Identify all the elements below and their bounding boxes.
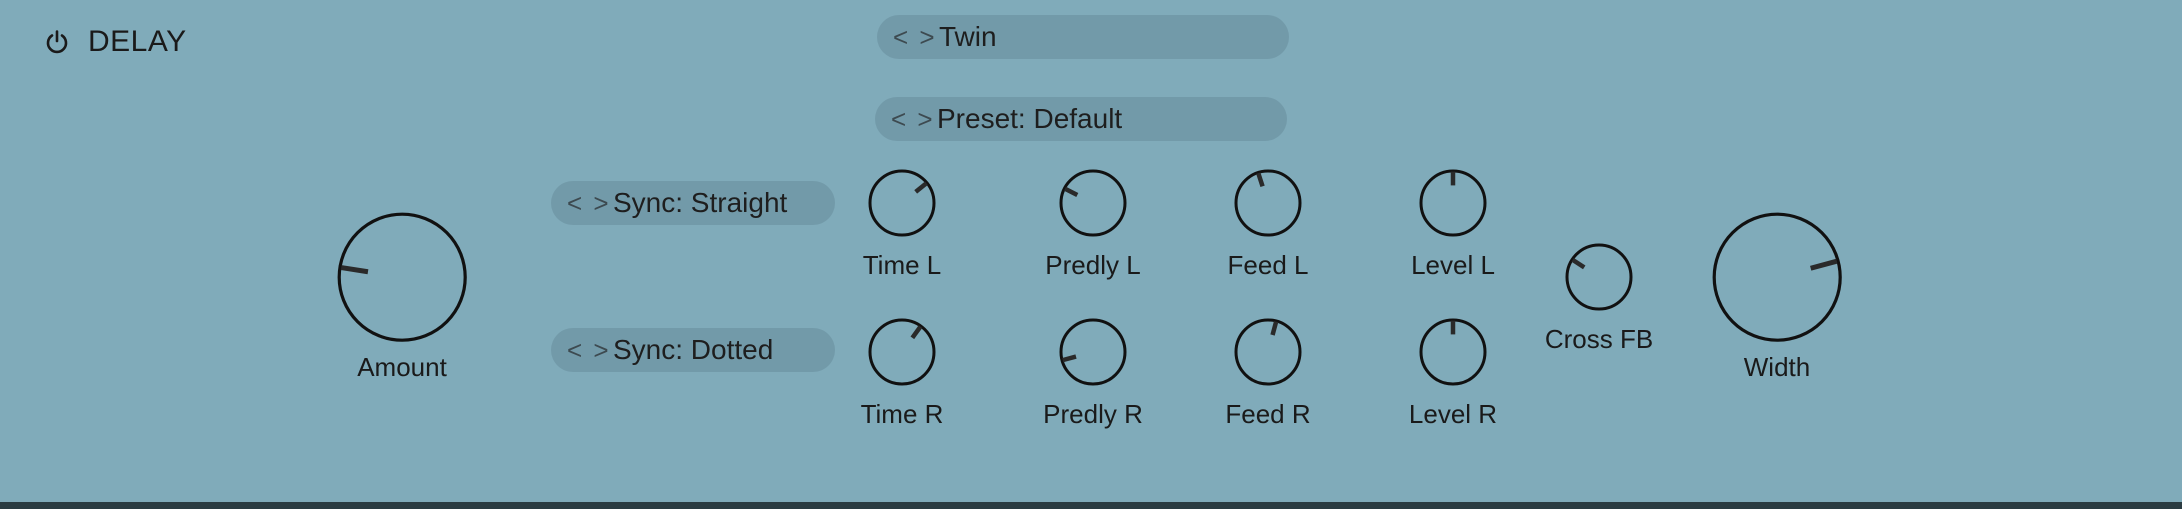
knob-graphic [1234, 318, 1302, 386]
predly-r-label: Predly R [1043, 399, 1143, 429]
level-l-knob[interactable] [1418, 168, 1488, 238]
knob-ring [1234, 318, 1302, 386]
knob-ring [1712, 212, 1842, 342]
knob-indicator [1256, 172, 1265, 187]
knob-indicator [1571, 258, 1586, 270]
predly-r-knob[interactable] [1058, 317, 1128, 387]
power-button[interactable] [40, 25, 74, 59]
prev-next-arrows-icon: < > [891, 103, 935, 134]
sync-right-label: Sync: Dotted [613, 334, 774, 365]
width-label: Width [1743, 352, 1811, 382]
knob-graphic [1059, 318, 1127, 386]
knob-graphic [1234, 169, 1302, 237]
level-l-label: Level L [1411, 250, 1495, 280]
preset-selector[interactable]: < > Preset: Default [875, 97, 1287, 141]
time-r-knob[interactable] [867, 317, 937, 387]
cross-fb-label: Cross FB [1544, 324, 1654, 354]
power-icon [46, 30, 68, 54]
mode-label: Twin [939, 21, 997, 52]
prev-next-arrows-icon: < > [567, 187, 611, 218]
knob-ring [1059, 318, 1127, 386]
sync-left-selector[interactable]: < > Sync: Straight [551, 181, 835, 225]
knob-indicator [1270, 321, 1279, 336]
feed-l-knob[interactable] [1233, 168, 1303, 238]
time-l-label: Time L [862, 250, 942, 280]
knob-indicator [340, 264, 369, 275]
module-title: DELAY [88, 25, 187, 58]
knob-ring [1059, 169, 1127, 237]
time-r-label: Time R [860, 399, 944, 429]
sync-right-selector[interactable]: < > Sync: Dotted [551, 328, 835, 372]
knob-indicator [1809, 258, 1838, 271]
knob-graphic [1059, 169, 1127, 237]
level-r-label: Level R [1408, 399, 1498, 429]
knob-ring [1234, 169, 1302, 237]
mode-selector[interactable]: < > Twin [877, 15, 1289, 59]
knob-indicator [914, 181, 928, 194]
knob-ring [337, 212, 467, 342]
panel-bottom-edge [0, 502, 2182, 509]
width-knob[interactable] [1711, 211, 1843, 343]
knob-indicator [1062, 354, 1077, 363]
knob-ring [868, 169, 936, 237]
prev-next-arrows-icon: < > [893, 21, 937, 52]
knob-graphic [1419, 318, 1487, 386]
feed-l-label: Feed L [1227, 250, 1309, 280]
knob-indicator [910, 325, 923, 340]
knob-graphic [1419, 169, 1487, 237]
preset-label: Preset: Default [937, 103, 1123, 134]
feed-r-label: Feed R [1225, 399, 1311, 429]
knob-indicator [1064, 186, 1079, 198]
prev-next-arrows-icon: < > [567, 334, 611, 365]
knob-ring [1565, 243, 1633, 311]
time-l-knob[interactable] [867, 168, 937, 238]
cross-fb-knob[interactable] [1564, 242, 1634, 312]
knob-graphic [868, 318, 936, 386]
knob-graphic [1712, 212, 1842, 342]
knob-graphic [868, 169, 936, 237]
knob-graphic [1565, 243, 1633, 311]
level-r-knob[interactable] [1418, 317, 1488, 387]
amount-label: Amount [357, 352, 447, 382]
knob-graphic [337, 212, 467, 342]
amount-knob[interactable] [336, 211, 468, 343]
feed-r-knob[interactable] [1233, 317, 1303, 387]
sync-left-label: Sync: Straight [613, 187, 788, 218]
predly-l-knob[interactable] [1058, 168, 1128, 238]
knob-ring [868, 318, 936, 386]
predly-l-label: Predly L [1045, 250, 1141, 280]
panel-header: DELAY [40, 22, 187, 62]
